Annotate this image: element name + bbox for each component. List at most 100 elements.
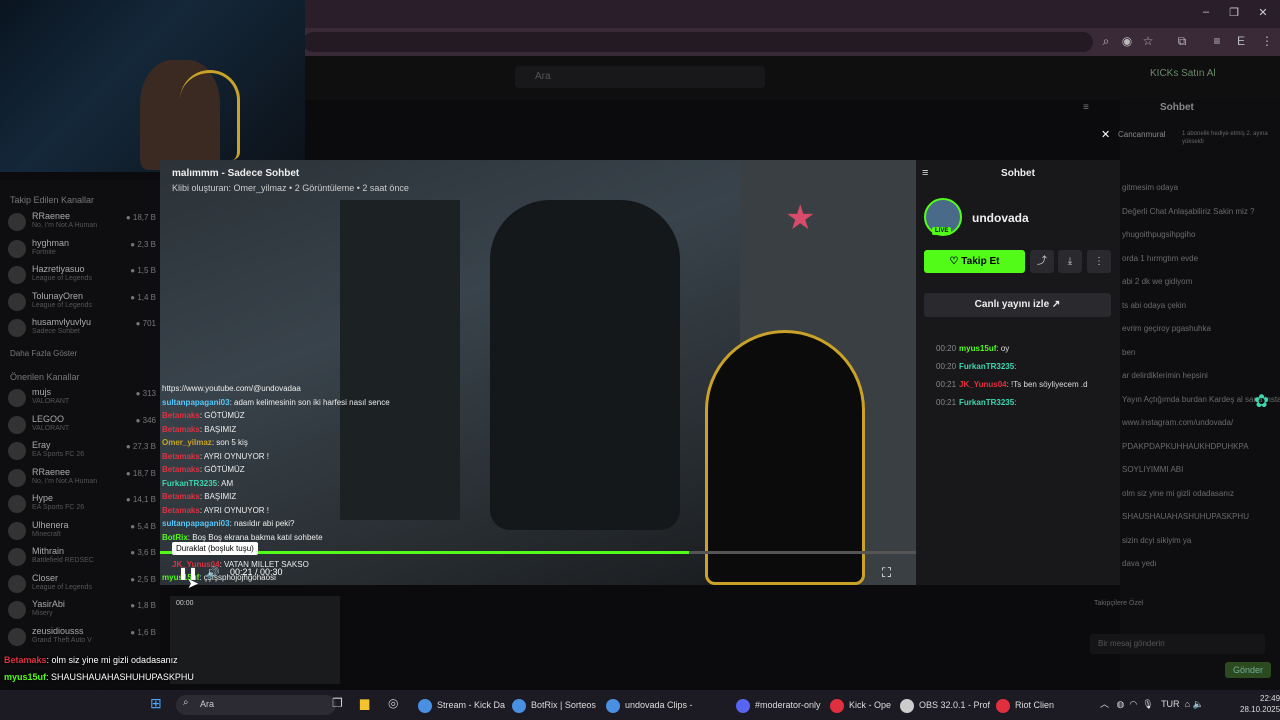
volume-icon[interactable]: 🔊 bbox=[206, 566, 220, 579]
task-view-icon[interactable]: ❐ bbox=[332, 696, 343, 710]
sidebar-item-ulhenera[interactable]: Ulhenera Minecraft ● 5,4 B bbox=[8, 520, 156, 546]
taskbar-app[interactable]: Kick - Ope bbox=[830, 694, 891, 716]
overlay-chat-line: sultanpapagani03: adam kelimesinin son i… bbox=[162, 397, 390, 407]
sidebar-item-husamvlyuvlyu[interactable]: husamvlyuvlyu Sadece Sohbet ● 701 bbox=[8, 317, 156, 343]
viewer-count: ● 5,4 B bbox=[130, 521, 156, 531]
avatar bbox=[8, 548, 26, 566]
wifi-icon[interactable]: ◠ bbox=[1129, 699, 1137, 709]
download-icon[interactable]: ⤓ bbox=[1058, 250, 1082, 273]
overlay-chat-line: FurkanTR3235: AM bbox=[162, 478, 234, 488]
steam-icon[interactable]: ◎ bbox=[388, 696, 398, 710]
overlay-chat-line: Betamaks: BAŞIMIZ bbox=[162, 492, 237, 501]
chat-input[interactable]: Bir mesaj gönderin bbox=[1090, 634, 1265, 654]
fullscreen-icon[interactable]: ⛶ bbox=[882, 565, 891, 581]
sidebar-item-hyghman[interactable]: hyghman Fortnite ● 2,3 B bbox=[8, 238, 156, 264]
follow-button[interactable]: ♡ Takip Et bbox=[924, 250, 1025, 273]
sidebar-item-mujs[interactable]: mujs VALORANT ● 313 bbox=[8, 387, 156, 413]
overlay-chat-line: Betamaks: GÖTÜMÜZ bbox=[162, 411, 245, 420]
tray-chevron-icon[interactable]: ︿ bbox=[1100, 699, 1109, 709]
channel-name: hyghman bbox=[32, 237, 70, 248]
channel-username[interactable]: undovada bbox=[972, 211, 1029, 225]
sidebar-item-mithrain[interactable]: Mithrain Battlefield REDSEC ● 3,6 B bbox=[8, 546, 156, 572]
address-bar[interactable] bbox=[303, 32, 1093, 52]
taskbar-app[interactable]: BotRix | Sorteos bbox=[512, 694, 596, 716]
clock-time: 22:49 bbox=[1260, 694, 1280, 703]
channel-game: No, I'm Not A Human bbox=[32, 477, 98, 485]
close-window-button[interactable]: ✕ bbox=[1255, 6, 1271, 22]
file-explorer-icon[interactable]: ▆ bbox=[360, 696, 369, 710]
menu-icon[interactable]: ⋮ bbox=[1259, 34, 1275, 50]
tray-app-icon[interactable]: ◍ bbox=[1117, 699, 1125, 709]
volume-tray-icon[interactable]: 🔈 bbox=[1193, 699, 1204, 709]
channel-name: LEGOO bbox=[32, 413, 65, 424]
progress-bar[interactable] bbox=[160, 551, 916, 554]
media-icon[interactable]: ≡ bbox=[1209, 34, 1225, 50]
channel-game: Misery bbox=[32, 610, 53, 617]
taskbar-app[interactable]: Riot Clien bbox=[996, 694, 1054, 716]
close-icon[interactable]: ✕ bbox=[1101, 128, 1110, 141]
channel-name: Closer bbox=[32, 572, 59, 583]
more-options-icon[interactable]: ⋮ bbox=[1087, 250, 1111, 273]
channel-game: VALORANT bbox=[32, 398, 70, 405]
left-sidebar: Takip Edilen Kanallar RRaenee No, I'm Not… bbox=[0, 180, 160, 670]
kicks-buy-button[interactable]: KICKs Satın Al bbox=[1150, 68, 1216, 79]
share-icon[interactable]: ⤴ bbox=[1030, 250, 1054, 273]
search-input[interactable]: Ara bbox=[515, 66, 765, 88]
taskbar-app[interactable]: OBS 32.0.1 - Prof bbox=[900, 694, 990, 716]
app-icon bbox=[996, 698, 1010, 713]
profile-icon[interactable]: E bbox=[1233, 34, 1249, 50]
sidebar-item-closer[interactable]: Closer League of Legends ● 2,5 B bbox=[8, 573, 156, 599]
overlay-chat-line: Betamaks: BAŞIMIZ bbox=[162, 424, 237, 434]
sidebar-item-zeusidiousss[interactable]: zeusidiousss Grand Theft Auto V ● 1,6 B bbox=[8, 626, 156, 652]
taskbar-app[interactable]: Stream - Kick Da bbox=[418, 694, 505, 716]
taskbar-app[interactable]: #moderator-only bbox=[736, 694, 821, 716]
send-button[interactable]: Gönder bbox=[1225, 662, 1272, 678]
viewer-count: ● 1,8 B bbox=[130, 601, 156, 610]
channel-name: RRaenee bbox=[32, 211, 71, 221]
language-indicator[interactable]: TUR bbox=[1161, 699, 1180, 709]
overlay-chat-line: Betamaks: GÖTÜMÜZ bbox=[162, 465, 245, 474]
sidebar-item-rraenee[interactable]: RRaenee No, I'm Not A Human ● 18,7 B bbox=[8, 211, 156, 237]
windows-start-icon[interactable]: ⊞ bbox=[150, 695, 162, 712]
maximize-button[interactable]: ❐ bbox=[1226, 6, 1242, 22]
sidebar-item-rraenee[interactable]: RRaenee No, I'm Not A Human ● 18,7 B bbox=[8, 467, 156, 493]
extensions-icon[interactable]: ⧉ bbox=[1174, 34, 1190, 50]
channel-game: VALORANT bbox=[32, 424, 70, 432]
sidebar-item-hazretiyasuo[interactable]: Hazretiyasuo League of Legends ● 1,5 B bbox=[8, 264, 156, 290]
eye-off-icon[interactable]: ◉ bbox=[1119, 34, 1135, 50]
channel-name: Hazretiyasuo bbox=[32, 264, 85, 274]
channel-name: Ulhenera bbox=[32, 519, 69, 530]
sidebar-item-legoo[interactable]: LEGOO VALORANT ● 346 bbox=[8, 414, 156, 440]
show-more-link[interactable]: Daha Fazla Göster bbox=[10, 349, 77, 358]
sidebar-item-eray[interactable]: Eray EA Sports FC 26 ● 27,3 B bbox=[8, 440, 156, 466]
taskbar-search[interactable]: Ara bbox=[176, 695, 336, 715]
watch-live-button[interactable]: Canlı yayını izle ↗ bbox=[924, 293, 1111, 317]
clip-meta: Klibi oluşturan: Omer_yilmaz • 2 Görüntü… bbox=[172, 183, 409, 193]
right-chat-line: yhugoithpugsihpgiho bbox=[1122, 230, 1196, 239]
channel-game: EA Sports FC 26 bbox=[32, 451, 85, 458]
right-chat-line: abi 2 dk we gidiyom bbox=[1122, 277, 1193, 286]
overlay-chat-line: Betamaks: AYRI OYNUYOR ! bbox=[162, 451, 270, 461]
channel-name: Eray bbox=[32, 440, 51, 450]
mic-icon[interactable]: 🎙 bbox=[1142, 699, 1153, 709]
right-chat-line: SOYLIYIMMI ABI bbox=[1122, 465, 1184, 474]
channel-game: League of Legends bbox=[32, 275, 92, 282]
viewer-count: ● 18,7 B bbox=[125, 213, 156, 222]
star-icon[interactable]: ☆ bbox=[1140, 34, 1156, 50]
sidebar-item-yasirabi[interactable]: YasirAbi Misery ● 1,8 B bbox=[8, 599, 156, 625]
minimize-button[interactable]: – bbox=[1198, 6, 1214, 22]
avatar bbox=[8, 239, 26, 258]
clip-chat: 00:20 myus15uf: oy 00:20 FurkanTR3235: 00:21… bbox=[936, 343, 1106, 415]
chat-collapse-icon[interactable]: ≡ bbox=[1083, 102, 1089, 113]
channel-game: Sadece Sohbet bbox=[32, 328, 80, 335]
sidebar-item-tolunayoren[interactable]: TolunayOren League of Legends ● 1,4 B bbox=[8, 291, 156, 317]
network-icon[interactable]: ⌂ bbox=[1185, 699, 1190, 709]
channel-name: mujs bbox=[32, 387, 52, 397]
taskbar-app[interactable]: undovada Clips - bbox=[606, 694, 693, 716]
collapse-menu-icon[interactable]: ≡ bbox=[922, 167, 928, 179]
overlay-chat-line: sultanpapagani03: nasıldır abi peki? bbox=[162, 519, 295, 528]
chatgpt-icon[interactable]: ✿ bbox=[1254, 391, 1269, 412]
sidebar-item-hype[interactable]: Hype EA Sports FC 26 ● 14,1 B bbox=[8, 493, 156, 519]
taskbar-clock[interactable]: 22:49 28.10.2025 bbox=[1240, 693, 1280, 715]
zoom-icon[interactable]: ⌕ bbox=[1098, 34, 1114, 50]
